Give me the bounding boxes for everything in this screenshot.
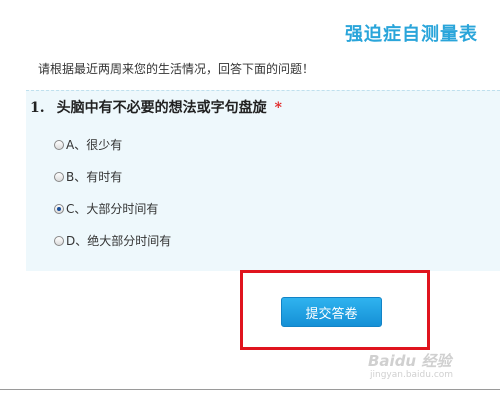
option-label: B、有时有	[66, 170, 123, 184]
question-panel: 1. 头脑中有不必要的想法或字句盘旋 * A、很少有 B、有时有 C、大部分时间有 …	[26, 90, 500, 271]
radio-button[interactable]	[54, 171, 64, 182]
question-title: 1. 头脑中有不必要的想法或字句盘旋 *	[30, 97, 282, 117]
submit-button[interactable]: 提交答卷	[281, 297, 382, 327]
survey-page: 强迫症自测量表 请根据最近两周来您的生活情况，回答下面的问题！ 1. 头脑中有不必…	[0, 0, 500, 400]
option-label: C、大部分时间有	[66, 202, 159, 216]
watermark-main-text: Baidu 经验	[368, 352, 452, 370]
question-number: 1.	[30, 100, 45, 116]
option-label: A、很少有	[66, 138, 123, 152]
option-d[interactable]: D、绝大部分时间有	[54, 232, 171, 249]
baidu-jingyan-watermark: Baidu 经验 jingyan.baidu.com	[368, 350, 460, 390]
option-label: D、绝大部分时间有	[66, 234, 172, 248]
watermark-url-text: jingyan.baidu.com	[370, 370, 454, 380]
radio-button[interactable]	[54, 235, 64, 246]
intro-text: 请根据最近两周来您的生活情况，回答下面的问题！	[38, 62, 315, 76]
option-c[interactable]: C、大部分时间有	[54, 200, 158, 217]
required-mark: *	[274, 100, 282, 116]
option-a[interactable]: A、很少有	[54, 136, 122, 153]
radio-button[interactable]	[54, 139, 64, 150]
radio-button-checked[interactable]	[54, 203, 64, 214]
option-b[interactable]: B、有时有	[54, 168, 122, 185]
page-title: 强迫症自测量表	[345, 24, 478, 45]
question-text: 头脑中有不必要的想法或字句盘旋	[56, 100, 267, 116]
